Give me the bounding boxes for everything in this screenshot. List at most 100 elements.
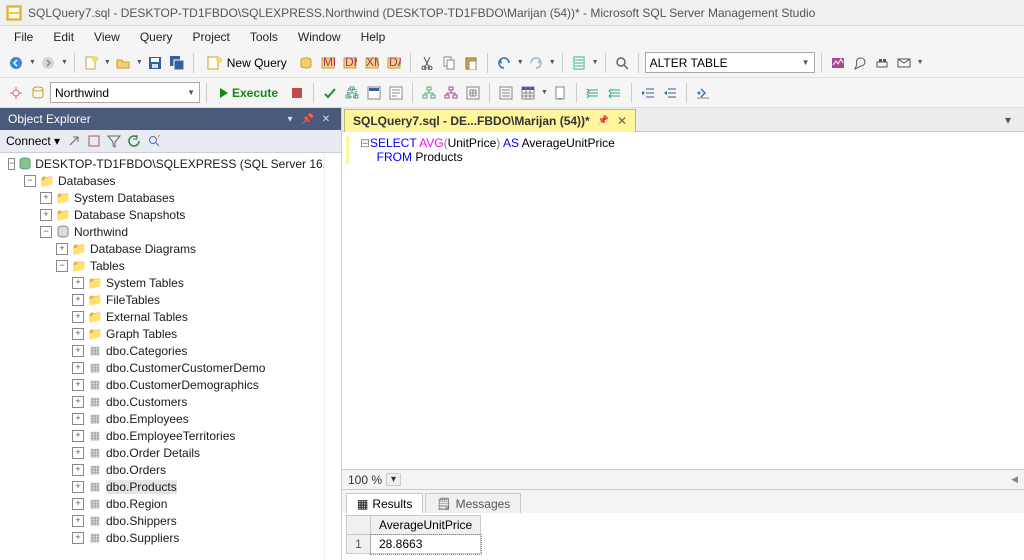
table-node[interactable]: dbo.Orders xyxy=(106,463,166,477)
db-snap-node[interactable]: Database Snapshots xyxy=(74,208,185,222)
outdent-button[interactable] xyxy=(660,83,680,103)
display-plan-button[interactable] xyxy=(342,83,362,103)
results-tab[interactable]: ▦ Results xyxy=(346,493,423,513)
tool-c-button[interactable] xyxy=(894,53,914,73)
change-connection-button[interactable] xyxy=(28,83,48,103)
search-icon[interactable] xyxy=(146,133,162,149)
menu-file[interactable]: File xyxy=(4,28,43,46)
table-node[interactable]: dbo.Order Details xyxy=(106,446,200,460)
dropdown-arrow-icon[interactable]: ▼ xyxy=(29,59,36,66)
results-text-button[interactable] xyxy=(496,83,516,103)
dropdown-arrow-icon[interactable]: ▼ xyxy=(592,59,599,66)
menu-project[interactable]: Project xyxy=(183,28,240,46)
uncomment-button[interactable] xyxy=(605,83,625,103)
debug-target-button[interactable] xyxy=(6,83,26,103)
intellisense-button[interactable] xyxy=(386,83,406,103)
table-node[interactable]: dbo.Customers xyxy=(106,395,187,409)
dropdown-arrow-icon[interactable]: ▼ xyxy=(61,59,68,66)
client-stats-button[interactable] xyxy=(463,83,483,103)
new-item-button[interactable] xyxy=(81,53,101,73)
results-grid[interactable]: AverageUnitPrice 1 28.8663 xyxy=(342,513,1024,560)
sys-tables-node[interactable]: System Tables xyxy=(106,276,184,290)
tool-b-button[interactable] xyxy=(872,53,892,73)
paste-button[interactable] xyxy=(461,53,481,73)
object-explorer-tree[interactable]: −DESKTOP-TD1FBDO\SQLEXPRESS (SQL Server … xyxy=(0,153,341,560)
specify-values-button[interactable] xyxy=(693,83,713,103)
menu-view[interactable]: View xyxy=(84,28,130,46)
dax-query-button[interactable]: DAX xyxy=(384,53,404,73)
table-node[interactable]: dbo.EmployeeTerritories xyxy=(106,429,235,443)
table-node[interactable]: dbo.Employees xyxy=(106,412,189,426)
cut-button[interactable] xyxy=(417,53,437,73)
live-stats-button[interactable] xyxy=(441,83,461,103)
dropdown-arrow-icon[interactable]: ▼ xyxy=(549,59,556,66)
connect-button[interactable]: Connect ▾ xyxy=(6,134,60,148)
result-cell[interactable]: 28.8663 xyxy=(371,535,481,554)
dmx-query-button[interactable]: DMX xyxy=(340,53,360,73)
table-node[interactable]: dbo.Products xyxy=(106,480,177,494)
execute-button[interactable]: Execute xyxy=(213,83,285,103)
table-node[interactable]: dbo.Categories xyxy=(106,344,187,358)
query-options-button[interactable] xyxy=(364,83,384,103)
sql-editor[interactable]: ⊟ SELECT AVG(UnitPrice) AS AverageUnitPr… xyxy=(342,132,1024,469)
nav-fwd-button[interactable] xyxy=(38,53,58,73)
filetables-node[interactable]: FileTables xyxy=(106,293,160,307)
as-query-button[interactable]: MDX xyxy=(318,53,338,73)
dropdown-arrow-icon[interactable]: ▼ xyxy=(917,59,924,66)
pin-icon[interactable]: 📌 xyxy=(598,115,609,126)
sys-db-node[interactable]: System Databases xyxy=(74,191,175,205)
menu-edit[interactable]: Edit xyxy=(43,28,84,46)
save-all-button[interactable] xyxy=(167,53,187,73)
object-type-combo[interactable]: ALTER TABLE ▼ xyxy=(645,52,815,73)
open-button[interactable] xyxy=(113,53,133,73)
pin-icon[interactable]: 📌 xyxy=(301,112,315,126)
tool-a-button[interactable] xyxy=(850,53,870,73)
xmla-query-button[interactable]: XMLA xyxy=(362,53,382,73)
dropdown-arrow-icon[interactable]: ▼ xyxy=(541,89,548,96)
undo-button[interactable] xyxy=(494,53,514,73)
close-tab-icon[interactable]: ✕ xyxy=(617,114,627,128)
menu-tools[interactable]: Tools xyxy=(240,28,288,46)
menu-window[interactable]: Window xyxy=(288,28,351,46)
messages-tab[interactable]: 🗒 Messages xyxy=(425,493,521,513)
diagrams-node[interactable]: Database Diagrams xyxy=(90,242,196,256)
table-node[interactable]: dbo.CustomerDemographics xyxy=(106,378,259,392)
column-header[interactable]: AverageUnitPrice xyxy=(371,516,481,535)
indent-button[interactable] xyxy=(638,83,658,103)
zoom-dropdown[interactable]: ▾ xyxy=(386,473,401,486)
server-node[interactable]: DESKTOP-TD1FBDO\SQLEXPRESS (SQL Server 1… xyxy=(35,157,336,171)
ext-tables-node[interactable]: External Tables xyxy=(106,310,188,324)
dropdown-arrow-icon[interactable]: ▼ xyxy=(136,59,143,66)
dropdown-arrow-icon[interactable]: ▼ xyxy=(517,59,524,66)
tables-node[interactable]: Tables xyxy=(90,259,125,273)
table-node[interactable]: dbo.Region xyxy=(106,497,167,511)
db-engine-query-button[interactable] xyxy=(296,53,316,73)
find-button[interactable] xyxy=(612,53,632,73)
nav-back-button[interactable] xyxy=(6,53,26,73)
solution-button[interactable] xyxy=(569,53,589,73)
results-grid-button[interactable] xyxy=(518,83,538,103)
results-file-button[interactable] xyxy=(550,83,570,103)
table-node[interactable]: dbo.Shippers xyxy=(106,514,177,528)
dropdown-arrow-icon[interactable]: ▼ xyxy=(104,59,111,66)
parse-button[interactable] xyxy=(320,83,340,103)
refresh-icon[interactable] xyxy=(126,133,142,149)
northwind-node[interactable]: Northwind xyxy=(74,225,128,239)
include-plan-button[interactable] xyxy=(419,83,439,103)
tab-overflow-icon[interactable]: ▾ xyxy=(998,110,1018,130)
disconnect-icon[interactable] xyxy=(66,133,82,149)
table-node[interactable]: dbo.CustomerCustomerDemo xyxy=(106,361,265,375)
activity-monitor-button[interactable] xyxy=(828,53,848,73)
close-icon[interactable]: ✕ xyxy=(319,112,333,126)
databases-node[interactable]: Databases xyxy=(58,174,115,188)
new-query-button[interactable]: New Query xyxy=(200,53,294,73)
cancel-query-button[interactable] xyxy=(287,83,307,103)
database-combo[interactable]: Northwind ▼ xyxy=(50,82,200,103)
table-node[interactable]: dbo.Suppliers xyxy=(106,531,179,545)
outline-collapse-icon[interactable]: ⊟ xyxy=(360,136,370,150)
stop-icon[interactable] xyxy=(86,133,102,149)
redo-button[interactable] xyxy=(526,53,546,73)
active-document-tab[interactable]: SQLQuery7.sql - DE...FBDO\Marijan (54))*… xyxy=(344,109,636,132)
save-button[interactable] xyxy=(145,53,165,73)
scroll-left-icon[interactable]: ◀ xyxy=(1011,474,1018,485)
